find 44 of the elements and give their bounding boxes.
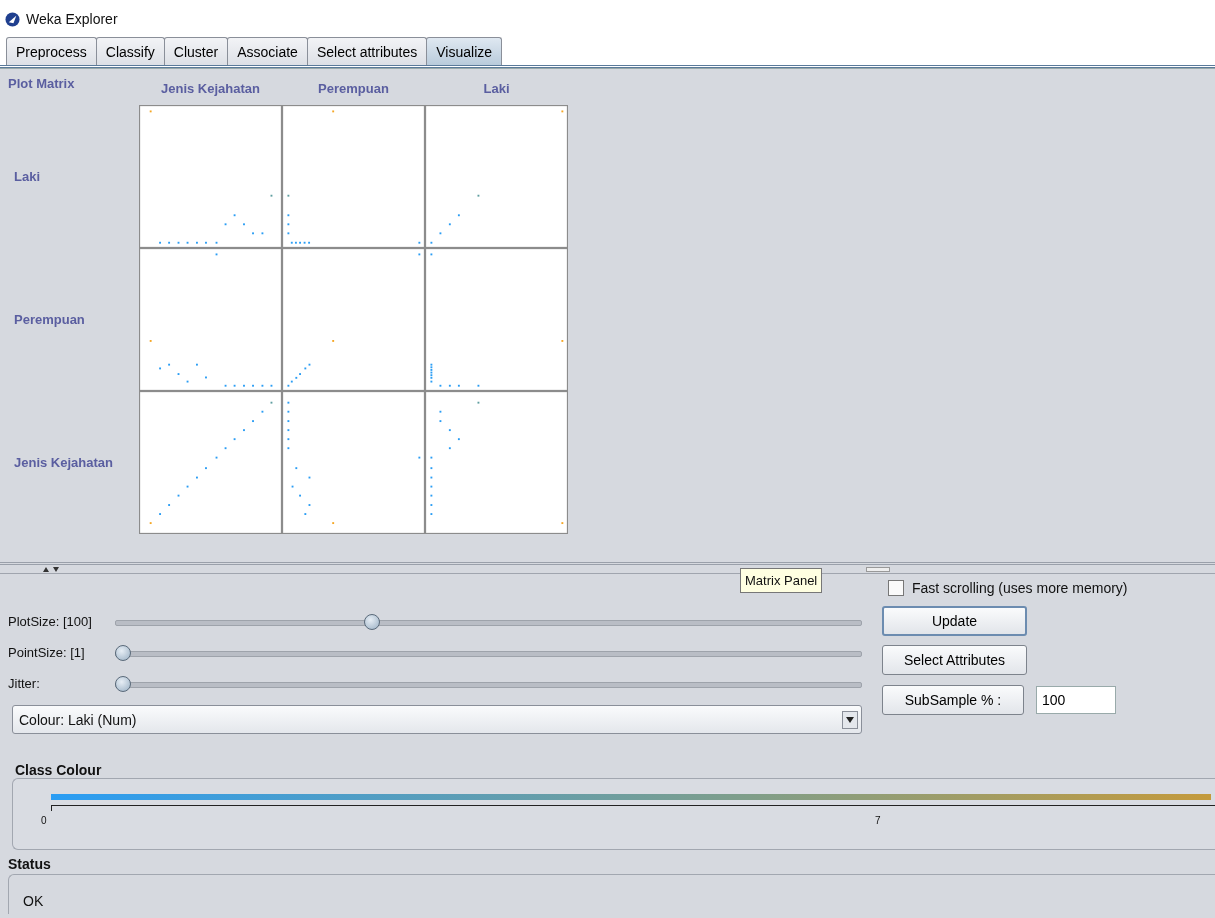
scatter-plot[interactable] <box>282 391 425 534</box>
slider[interactable] <box>115 644 862 661</box>
scatter-plot[interactable] <box>139 105 282 248</box>
scatter-plot[interactable] <box>139 391 282 534</box>
row-header: Laki <box>13 169 41 184</box>
tooltip: Matrix Panel <box>740 568 823 593</box>
window-title: Weka Explorer <box>26 11 118 27</box>
scatter-plot[interactable] <box>425 105 568 248</box>
update-button[interactable]: Update <box>882 606 1027 636</box>
column-header: Laki <box>482 81 511 96</box>
tab[interactable]: Associate <box>227 37 308 65</box>
axis-tick-label: 7 <box>875 815 881 826</box>
app-logo-icon <box>5 12 20 27</box>
subsample-field[interactable]: 100 <box>1036 686 1116 714</box>
scatter-plot[interactable] <box>425 248 568 391</box>
section-title: Status <box>7 855 52 874</box>
divider-handle[interactable] <box>866 567 890 572</box>
tab[interactable]: Cluster <box>163 37 229 65</box>
fast-scrolling-checkbox[interactable]: Fast scrolling (uses more memory) <box>888 580 1128 596</box>
scatter-plot[interactable] <box>425 391 568 534</box>
slider-label: PlotSize: [100] <box>8 614 93 629</box>
row-header: Jenis Kejahatan <box>13 455 114 470</box>
subsample-button[interactable]: SubSample % : <box>882 685 1024 715</box>
column-header: Perempuan <box>317 81 390 96</box>
scatter-plot[interactable] <box>282 105 425 248</box>
plot-matrix-title: Plot Matrix <box>8 76 76 91</box>
column-header: Jenis Kejahatan <box>160 81 261 96</box>
section-title: Class Colour <box>14 761 103 778</box>
tab[interactable]: Visualize <box>426 37 503 65</box>
axis-tick-label: 0 <box>41 815 47 826</box>
slider[interactable] <box>115 675 862 692</box>
select-attributes-button[interactable]: Select Attributes <box>882 645 1027 675</box>
tab[interactable]: Classify <box>95 37 165 65</box>
colour-dropdown[interactable]: Colour: Laki (Num) <box>12 705 862 734</box>
scatter-plot[interactable] <box>139 248 282 391</box>
dropdown-value: Colour: Laki (Num) <box>19 711 137 728</box>
tab[interactable]: Preprocess <box>6 37 97 65</box>
slider-label: PointSize: [1] <box>8 645 86 660</box>
slider-label: Jitter: <box>8 676 41 691</box>
row-header: Perempuan <box>13 312 86 327</box>
scatter-plot[interactable] <box>282 248 425 391</box>
tab[interactable]: Select attributes <box>306 37 428 65</box>
status-text: OK <box>23 893 44 909</box>
slider[interactable] <box>115 613 862 630</box>
